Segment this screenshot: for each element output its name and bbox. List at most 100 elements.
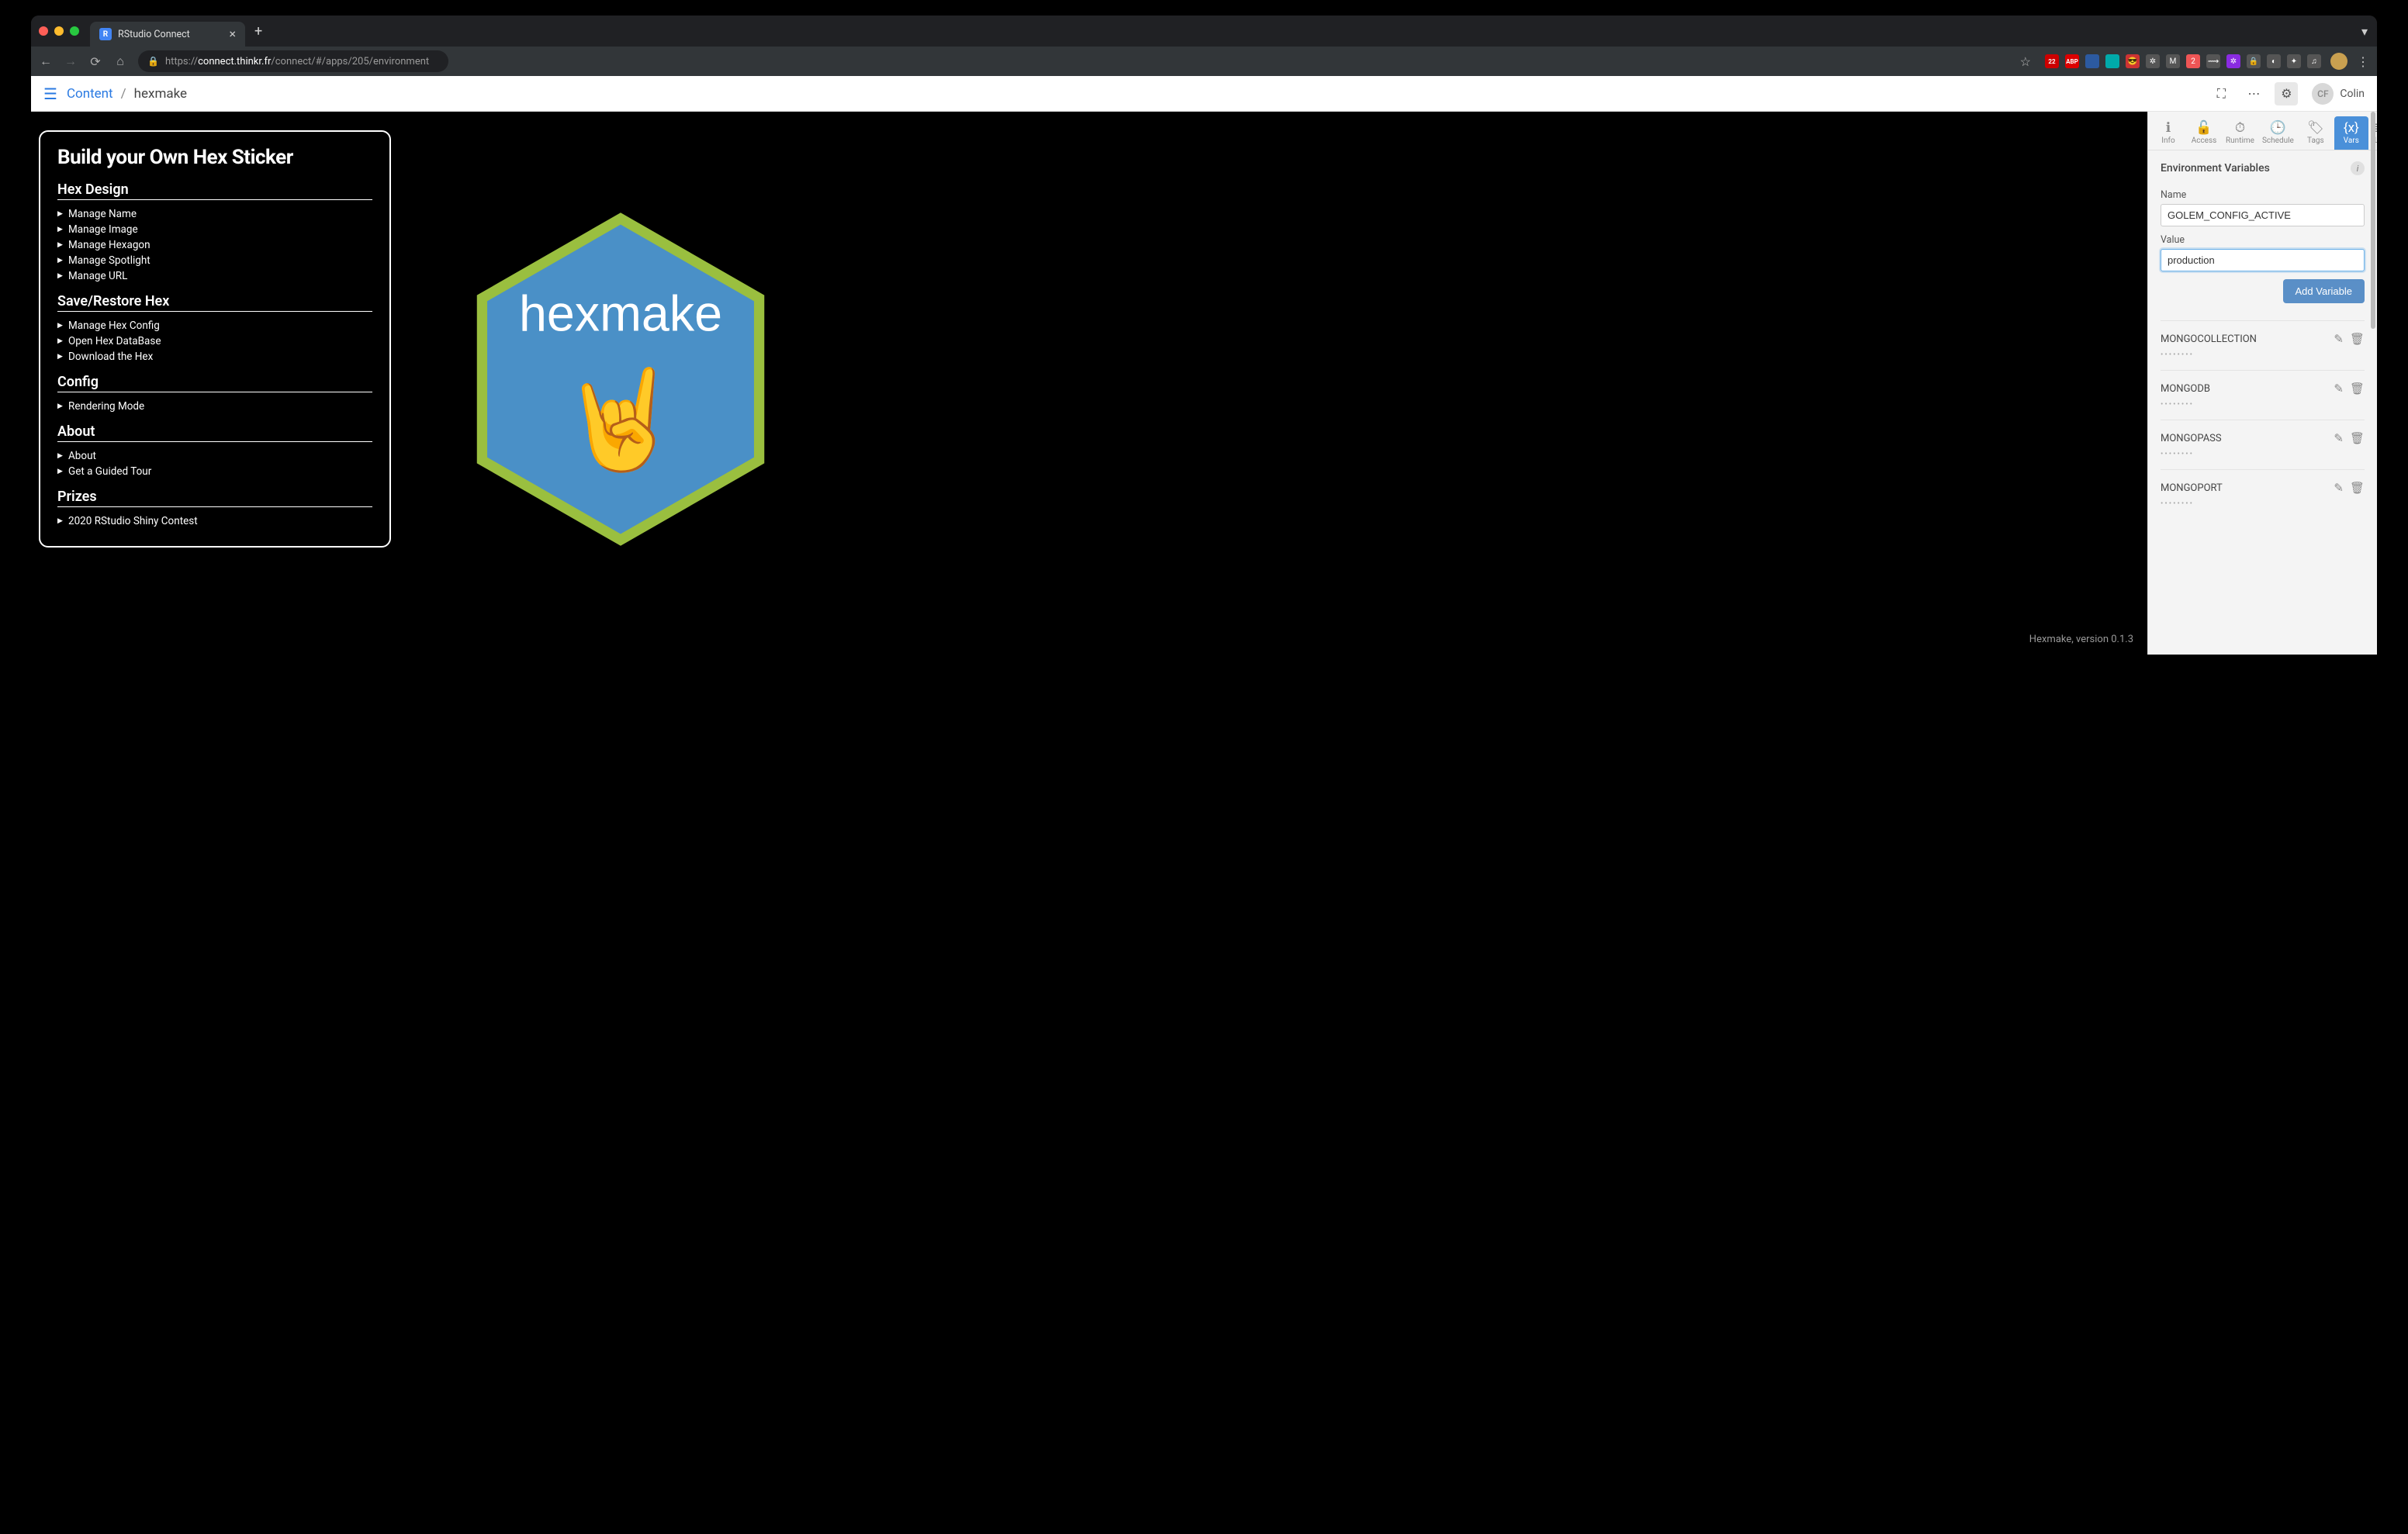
browser-tab[interactable]: R RStudio Connect ×: [90, 22, 245, 47]
extension-icon[interactable]: ✲: [2226, 54, 2240, 68]
panel-tab-label: Tags: [2307, 136, 2324, 145]
sidebar-item[interactable]: Manage Spotlight: [57, 253, 372, 268]
vars-icon: {x}: [2344, 119, 2359, 136]
access-icon: 🔓: [2195, 119, 2212, 136]
new-tab-button[interactable]: +: [254, 23, 262, 40]
variable-name: MONGOCOLLECTION: [2161, 333, 2327, 345]
window-minimize-button[interactable]: [54, 26, 64, 36]
sidebar-item[interactable]: 2020 RStudio Shiny Contest: [57, 513, 372, 529]
gear-icon[interactable]: ⚙: [2275, 82, 2298, 105]
home-button[interactable]: ⌂: [113, 54, 127, 69]
extension-icon[interactable]: 🔒: [2247, 54, 2261, 68]
section-items: AboutGet a Guided Tour: [57, 448, 372, 479]
extensions-tray: 22 ABP 😎 ✲ M 2 ⟿ ✲ 🔒 ◐ ✦ ♫ ⋮: [2045, 53, 2369, 70]
hex-label: hexmake: [519, 285, 722, 341]
extension-icon[interactable]: ♫: [2307, 54, 2321, 68]
info-icon: ℹ: [2166, 119, 2171, 136]
value-label: Value: [2161, 234, 2365, 246]
section-heading: Hex Design: [57, 181, 372, 200]
edit-icon[interactable]: ✎: [2334, 481, 2344, 495]
url-host: connect.thinkr.fr: [198, 56, 271, 67]
variable-value-hidden: ••••••••: [2161, 450, 2365, 458]
extension-icon[interactable]: 2: [2186, 54, 2200, 68]
app-sidebar: Build your Own Hex Sticker Hex DesignMan…: [39, 130, 391, 548]
panel-tab-schedule[interactable]: 🕒Schedule: [2259, 116, 2297, 150]
panel-tab-logs[interactable]: ≣Lo: [2370, 116, 2377, 150]
extension-icon[interactable]: [2105, 54, 2119, 68]
tab-dropdown-icon[interactable]: ▾: [2361, 24, 2368, 39]
schedule-icon: 🕒: [2270, 119, 2286, 136]
connect-header: ☰ Content / hexmake ⛶ ⋯ ⚙ CF Colin: [31, 76, 2377, 112]
extension-icon[interactable]: ✦: [2287, 54, 2301, 68]
url-bar[interactable]: 🔒 https://connect.thinkr.fr/connect/#/ap…: [138, 50, 448, 72]
panel-tab-label: Runtime: [2226, 136, 2254, 145]
tab-title: RStudio Connect: [118, 29, 190, 40]
main-area: Build your Own Hex Sticker Hex DesignMan…: [31, 112, 2377, 655]
variable-row: MONGOPORT✎🗑••••••••: [2161, 469, 2365, 519]
panel-tab-info[interactable]: ℹInfo: [2151, 116, 2185, 150]
add-variable-button[interactable]: Add Variable: [2283, 279, 2365, 303]
variable-row: MONGOPASS✎🗑••••••••: [2161, 420, 2365, 469]
panel-tab-runtime[interactable]: ⏱Runtime: [2223, 116, 2258, 150]
hex-preview: hexmake 🤘: [465, 201, 776, 558]
extension-icon[interactable]: M: [2166, 54, 2180, 68]
forward-button[interactable]: →: [64, 54, 78, 69]
hamburger-icon[interactable]: ☰: [43, 85, 57, 103]
name-label: Name: [2161, 189, 2365, 201]
extension-icon[interactable]: 22: [2045, 54, 2059, 68]
extension-icon[interactable]: 😎: [2126, 54, 2140, 68]
profile-avatar[interactable]: [2330, 53, 2347, 70]
info-icon[interactable]: i: [2351, 161, 2365, 175]
lock-icon: 🔒: [147, 56, 159, 67]
edit-icon[interactable]: ✎: [2334, 431, 2344, 445]
sidebar-item[interactable]: Manage URL: [57, 268, 372, 284]
extension-icon[interactable]: ⟿: [2206, 54, 2220, 68]
section-items: Rendering Mode: [57, 399, 372, 414]
sidebar-item[interactable]: Manage Name: [57, 206, 372, 222]
section-items: 2020 RStudio Shiny Contest: [57, 513, 372, 529]
sidebar-item[interactable]: About: [57, 448, 372, 464]
sidebar-item[interactable]: Rendering Mode: [57, 399, 372, 414]
browser-window: R RStudio Connect × + ▾ ← → ⟳ ⌂ 🔒 https:…: [31, 16, 2377, 655]
section-items: Manage NameManage ImageManage HexagonMan…: [57, 206, 372, 284]
delete-icon[interactable]: 🗑: [2350, 481, 2365, 495]
avatar: CF: [2312, 83, 2334, 105]
breadcrumb-root[interactable]: Content: [67, 86, 113, 102]
variable-name: MONGODB: [2161, 383, 2327, 395]
user-badge[interactable]: CF Colin: [2312, 83, 2365, 105]
breadcrumb-separator: /: [121, 86, 126, 102]
tab-favicon: R: [99, 28, 112, 40]
back-button[interactable]: ←: [39, 54, 53, 69]
sidebar-item[interactable]: Manage Image: [57, 222, 372, 237]
window-close-button[interactable]: [39, 26, 48, 36]
edit-icon[interactable]: ✎: [2334, 382, 2344, 396]
extension-icon[interactable]: ✲: [2146, 54, 2160, 68]
panel-tab-tags[interactable]: 🏷Tags: [2299, 116, 2333, 150]
sidebar-item[interactable]: Open Hex DataBase: [57, 333, 372, 349]
bookmark-star-icon[interactable]: ☆: [2020, 54, 2031, 69]
breadcrumb: Content / hexmake: [67, 86, 187, 102]
fullscreen-icon[interactable]: ⛶: [2209, 82, 2233, 105]
panel-tab-access[interactable]: 🔓Access: [2187, 116, 2221, 150]
reload-button[interactable]: ⟳: [88, 54, 102, 69]
delete-icon[interactable]: 🗑: [2350, 332, 2365, 346]
panel-title: Environment Variables: [2161, 162, 2270, 174]
browser-menu-icon[interactable]: ⋮: [2357, 54, 2369, 69]
panel-tab-vars[interactable]: {x}Vars: [2334, 116, 2368, 150]
sidebar-item[interactable]: Download the Hex: [57, 349, 372, 364]
edit-icon[interactable]: ✎: [2334, 332, 2344, 346]
delete-icon[interactable]: 🗑: [2350, 431, 2365, 445]
extension-icon[interactable]: ◐: [2267, 54, 2281, 68]
name-input[interactable]: [2161, 204, 2365, 226]
panel-tab-label: Schedule: [2262, 136, 2294, 145]
sidebar-item[interactable]: Manage Hexagon: [57, 237, 372, 253]
delete-icon[interactable]: 🗑: [2350, 382, 2365, 396]
value-input[interactable]: [2161, 249, 2365, 271]
sidebar-item[interactable]: Get a Guided Tour: [57, 464, 372, 479]
extension-icon[interactable]: [2085, 54, 2099, 68]
more-menu-icon[interactable]: ⋯: [2242, 82, 2265, 105]
sidebar-item[interactable]: Manage Hex Config: [57, 318, 372, 333]
tab-close-icon[interactable]: ×: [229, 28, 236, 40]
extension-icon[interactable]: ABP: [2065, 54, 2079, 68]
window-maximize-button[interactable]: [70, 26, 79, 36]
